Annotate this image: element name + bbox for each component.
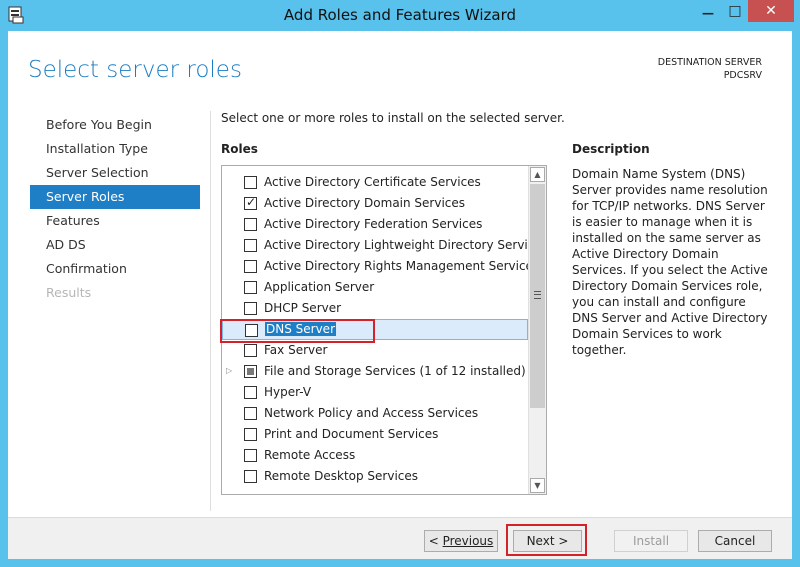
scrollbar-thumb[interactable] — [530, 184, 545, 408]
checkbox[interactable] — [244, 260, 257, 273]
previous-button[interactable]: < Previous — [424, 530, 498, 552]
role-row-print-document[interactable]: Print and Document Services — [222, 424, 528, 445]
role-label: Active Directory Lightweight Directory S… — [264, 238, 547, 252]
maximize-button[interactable]: □ — [722, 0, 748, 22]
nav-item-server-selection[interactable]: Server Selection — [30, 161, 200, 185]
page-title: Select server roles — [28, 57, 242, 83]
expand-arrow-icon[interactable]: ▷ — [226, 366, 232, 375]
window-title: Add Roles and Features Wizard — [283, 6, 517, 24]
checkbox[interactable] — [244, 195, 257, 210]
role-row-application-server[interactable]: Application Server — [222, 277, 528, 298]
role-row-ad-domain-services[interactable]: Active Directory Domain Services — [222, 193, 528, 214]
role-row-dhcp-server[interactable]: DHCP Server — [222, 298, 528, 319]
role-row-ad-rights[interactable]: Active Directory Rights Management Servi… — [222, 256, 539, 277]
role-label: Active Directory Federation Services — [264, 217, 483, 231]
role-label: Network Policy and Access Services — [264, 406, 479, 420]
close-button[interactable]: ✕ — [748, 0, 794, 22]
grip-icon — [534, 291, 541, 299]
checkbox[interactable] — [244, 365, 257, 378]
role-label: Fax Server — [264, 343, 328, 357]
role-label: Print and Document Services — [264, 427, 439, 441]
checkbox[interactable] — [244, 386, 257, 399]
role-label: Remote Access — [264, 448, 356, 462]
title-bar: Add Roles and Features Wizard — □ ✕ — [0, 0, 800, 31]
wizard-nav: Before You Begin Installation Type Serve… — [30, 113, 200, 305]
checkbox[interactable] — [244, 344, 257, 357]
checkbox[interactable] — [244, 470, 257, 483]
role-row-remote-desktop[interactable]: Remote Desktop Services — [222, 466, 528, 487]
nav-item-server-roles[interactable]: Server Roles — [30, 185, 200, 209]
nav-item-confirmation[interactable]: Confirmation — [30, 257, 200, 281]
previous-prefix: < — [428, 534, 443, 548]
checkbox[interactable] — [244, 176, 257, 189]
install-button: Install — [614, 530, 688, 552]
checkbox[interactable] — [244, 428, 257, 441]
wizard-footer: < Previous Next > Install Cancel — [8, 517, 792, 559]
scroll-down-icon[interactable]: ▼ — [530, 478, 545, 493]
role-row-ad-certificate[interactable]: Active Directory Certificate Services — [222, 172, 528, 193]
role-row-remote-access[interactable]: Remote Access — [222, 445, 528, 466]
checkbox[interactable] — [244, 449, 257, 462]
nav-item-results: Results — [46, 285, 92, 300]
role-label: Active Directory Rights Management Servi… — [264, 259, 540, 273]
previous-label: Previous — [442, 534, 494, 548]
checkbox[interactable] — [244, 218, 257, 231]
role-row-hyper-v[interactable]: Hyper-V — [222, 382, 528, 403]
nav-item-ad-ds[interactable]: AD DS — [30, 233, 200, 257]
maximize-icon: □ — [728, 3, 742, 19]
destination-label: DESTINATION SERVER — [657, 57, 762, 68]
destination-server-name: PDCSRV — [723, 70, 762, 81]
divider — [210, 111, 211, 511]
role-label: Active Directory Certificate Services — [264, 175, 481, 189]
description-heading: Description — [572, 142, 650, 156]
role-label: Hyper-V — [264, 385, 312, 399]
cancel-button[interactable]: Cancel — [698, 530, 772, 552]
role-label: DHCP Server — [264, 301, 342, 315]
checkbox[interactable] — [244, 302, 257, 315]
role-row-network-policy[interactable]: Network Policy and Access Services — [222, 403, 528, 424]
nav-item-installation-type[interactable]: Installation Type — [30, 137, 200, 161]
instruction-text: Select one or more roles to install on t… — [221, 111, 565, 125]
role-row-ad-lightweight[interactable]: Active Directory Lightweight Directory S… — [222, 235, 546, 256]
role-row-file-storage[interactable]: ▷ File and Storage Services (1 of 12 ins… — [222, 361, 528, 382]
role-label: File and Storage Services (1 of 12 insta… — [264, 364, 526, 378]
role-row-fax-server[interactable]: Fax Server — [222, 340, 528, 361]
role-label: Remote Desktop Services — [264, 469, 419, 483]
checkbox[interactable] — [244, 281, 257, 294]
roles-scrollbar[interactable]: ▲ ▼ — [528, 166, 546, 494]
roles-heading: Roles — [221, 142, 258, 156]
nav-item-features[interactable]: Features — [30, 209, 200, 233]
role-description: Domain Name System (DNS) Server provides… — [572, 167, 768, 357]
close-icon: ✕ — [765, 3, 777, 19]
role-row-ad-federation[interactable]: Active Directory Federation Services — [222, 214, 528, 235]
role-label: Active Directory Domain Services — [264, 196, 466, 210]
role-label: Application Server — [264, 280, 375, 294]
checkbox[interactable] — [244, 407, 257, 420]
checkbox[interactable] — [244, 239, 257, 252]
minimize-icon: — — [702, 6, 714, 20]
nav-item-before-you-begin[interactable]: Before You Begin — [30, 113, 200, 137]
next-button[interactable]: Next > — [513, 530, 582, 552]
wizard-client-area: Select server roles DESTINATION SERVER P… — [8, 31, 792, 559]
scroll-up-icon[interactable]: ▲ — [530, 167, 545, 182]
dns-server-highlight — [220, 319, 375, 343]
destination-server-info: DESTINATION SERVER PDCSRV — [658, 56, 762, 82]
minimize-button[interactable]: — — [694, 0, 722, 22]
